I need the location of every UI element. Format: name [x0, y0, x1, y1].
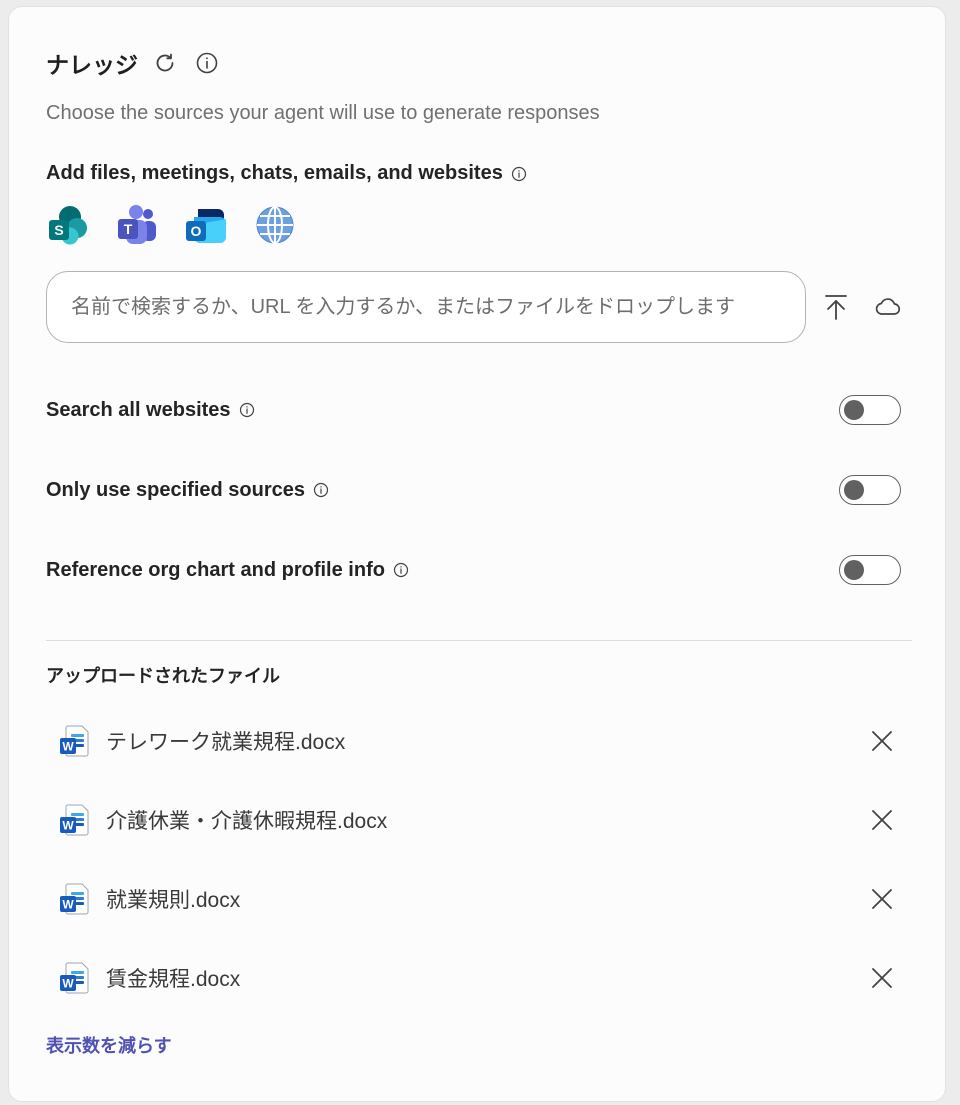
file-name: 介護休業・介護休暇規程.docx	[106, 810, 388, 833]
toggle-knob	[844, 400, 864, 420]
search-input[interactable]	[69, 294, 783, 320]
cloud-icon[interactable]	[873, 295, 901, 319]
toggle-label-text: Only use specified sources	[46, 478, 305, 501]
list-item: W 就業規則.docx	[46, 879, 901, 919]
toggle-row-search-all-websites: Search all websites	[46, 394, 901, 426]
word-document-icon: W	[58, 882, 90, 916]
outlook-icon[interactable]: O	[184, 203, 228, 247]
teams-icon[interactable]: T	[115, 203, 159, 247]
svg-text:T: T	[124, 221, 133, 237]
info-icon[interactable]	[393, 562, 409, 578]
refresh-icon[interactable]	[152, 50, 178, 76]
org-chart-toggle[interactable]	[839, 555, 901, 585]
file-name: 就業規則.docx	[106, 889, 241, 912]
svg-text:W: W	[62, 977, 74, 991]
add-sources-label-text: Add files, meetings, chats, emails, and …	[46, 162, 503, 184]
word-document-icon: W	[58, 724, 90, 758]
toggle-row-org-chart: Reference org chart and profile info	[46, 554, 901, 586]
info-icon[interactable]	[194, 50, 220, 76]
close-icon[interactable]	[870, 808, 894, 832]
toggle-label-text: Reference org chart and profile info	[46, 558, 385, 581]
info-icon[interactable]	[239, 402, 255, 418]
svg-text:O: O	[191, 223, 202, 239]
info-icon[interactable]	[313, 482, 329, 498]
add-sources-label: Add files, meetings, chats, emails, and …	[46, 162, 527, 185]
file-name: テレワーク就業規程.docx	[106, 731, 346, 754]
panel-header: ナレッジ	[46, 43, 220, 83]
file-name: 賃金規程.docx	[106, 968, 241, 991]
source-icon-row: S T O	[46, 203, 297, 247]
upload-icon[interactable]	[823, 293, 849, 321]
globe-icon[interactable]	[253, 203, 297, 247]
word-document-icon: W	[58, 803, 90, 837]
close-icon[interactable]	[870, 729, 894, 753]
toggle-label-text: Search all websites	[46, 398, 231, 421]
search-all-websites-toggle[interactable]	[839, 395, 901, 425]
word-document-icon: W	[58, 961, 90, 995]
sharepoint-icon[interactable]: S	[46, 203, 90, 247]
uploaded-files-heading: アップロードされたファイル	[46, 666, 280, 686]
toggle-label: Only use specified sources	[46, 479, 329, 502]
toggle-row-only-specified-sources: Only use specified sources	[46, 474, 901, 506]
info-icon[interactable]	[511, 166, 527, 182]
close-icon[interactable]	[870, 966, 894, 990]
svg-text:W: W	[62, 898, 74, 912]
only-specified-sources-toggle[interactable]	[839, 475, 901, 505]
divider	[46, 640, 912, 641]
search-input-container	[46, 271, 806, 343]
svg-text:S: S	[54, 222, 63, 238]
list-item: W 賃金規程.docx	[46, 958, 901, 998]
svg-text:W: W	[62, 740, 74, 754]
toggle-label: Reference org chart and profile info	[46, 559, 409, 582]
toggle-label: Search all websites	[46, 399, 255, 422]
list-item: W 介護休業・介護休暇規程.docx	[46, 800, 901, 840]
list-item: W テレワーク就業規程.docx	[46, 721, 901, 761]
svg-text:W: W	[62, 819, 74, 833]
knowledge-panel: ナレッジ Choose the sources your agent will …	[8, 6, 946, 1102]
show-less-link[interactable]: 表示数を減らす	[46, 1032, 172, 1058]
panel-description: Choose the sources your agent will use t…	[46, 102, 600, 124]
page-title: ナレッジ	[46, 52, 138, 78]
toggle-knob	[844, 560, 864, 580]
close-icon[interactable]	[870, 887, 894, 911]
toggle-knob	[844, 480, 864, 500]
